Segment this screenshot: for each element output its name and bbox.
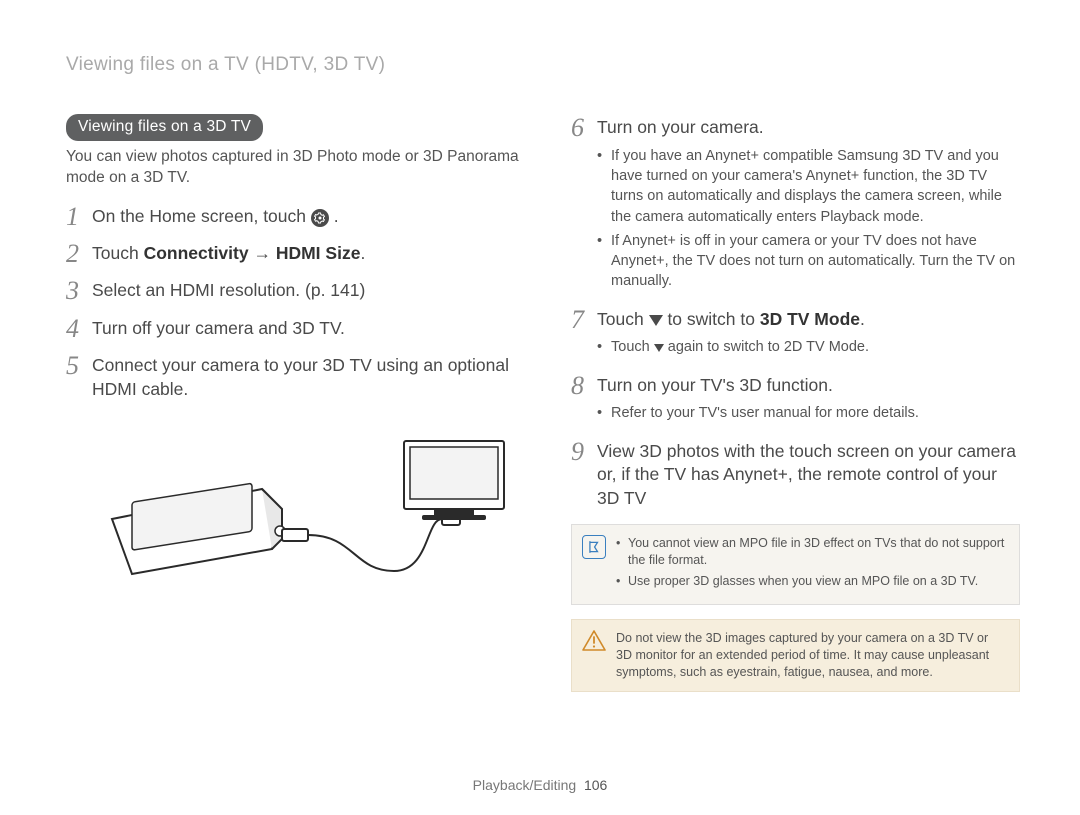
step-number: 2: [66, 240, 92, 267]
step-number: 4: [66, 315, 92, 342]
step-4: 4 Turn off your camera and 3D TV.: [66, 315, 531, 342]
column-left: Viewing files on a 3D TV You can view ph…: [66, 114, 531, 692]
step-body: Connect your camera to your 3D TV using …: [92, 352, 531, 401]
step-body: View 3D photos with the touch screen on …: [597, 438, 1020, 511]
intro-text: You can view photos captured in 3D Photo…: [66, 147, 531, 189]
bold: 3D TV Mode: [760, 309, 860, 329]
note-item: You cannot view an MPO file in 3D effect…: [616, 535, 1007, 569]
bold: Connectivity: [144, 243, 249, 263]
breadcrumb: Viewing files on a TV (HDTV, 3D TV): [66, 54, 1020, 76]
illustration-camera-to-tv: [66, 421, 531, 581]
step-1: 1 On the Home screen, touch .: [66, 203, 531, 230]
step-number: 1: [66, 203, 92, 230]
warning-box: Do not view the 3D images captured by yo…: [571, 619, 1020, 692]
two-column-layout: Viewing files on a 3D TV You can view ph…: [66, 114, 1020, 692]
warning-text: Do not view the 3D images captured by yo…: [616, 630, 1007, 681]
step-number: 3: [66, 277, 92, 304]
bold: HDMI Size: [276, 243, 361, 263]
text: Touch: [597, 309, 649, 329]
sub-item: Touch again to switch to 2D TV Mode.: [597, 337, 1020, 357]
sub-item: If Anynet+ is off in your camera or your…: [597, 231, 1020, 292]
note-icon: [582, 535, 606, 559]
text: Touch: [611, 339, 654, 355]
step-number: 9: [571, 438, 597, 465]
step-number: 5: [66, 352, 92, 379]
sub-list: If you have an Anynet+ compatible Samsun…: [597, 146, 1020, 292]
sub-item: Refer to your TV's user manual for more …: [597, 403, 1020, 423]
column-right: 6 Turn on your camera. If you have an An…: [571, 114, 1020, 692]
note-item: Use proper 3D glasses when you view an M…: [616, 573, 1007, 590]
steps-right: 6 Turn on your camera. If you have an An…: [571, 114, 1020, 510]
step-number: 7: [571, 306, 597, 333]
text: .: [865, 339, 869, 355]
note-box: You cannot view an MPO file in 3D effect…: [571, 524, 1020, 605]
step-9: 9 View 3D photos with the touch screen o…: [571, 438, 1020, 511]
step-7: 7 Touch to switch to 3D TV Mode. Touch: [571, 306, 1020, 362]
step-2: 2 Touch Connectivity → HDMI Size.: [66, 240, 531, 267]
step-body: Touch Connectivity → HDMI Size.: [92, 240, 365, 266]
sub-list: Refer to your TV's user manual for more …: [597, 403, 1020, 423]
steps-left: 1 On the Home screen, touch . 2 Touch Co…: [66, 203, 531, 401]
text: to switch to: [667, 309, 759, 329]
footer-section: Playback/Editing: [473, 777, 577, 793]
text: On the Home screen, touch: [92, 206, 311, 226]
arrow: →: [249, 243, 276, 263]
section-pill: Viewing files on a 3D TV: [66, 114, 263, 141]
step-body: Select an HDMI resolution. (p. 141): [92, 277, 365, 303]
text: .: [360, 243, 365, 263]
step-number: 6: [571, 114, 597, 141]
step-body: Turn on your TV's 3D function.: [597, 372, 1020, 398]
step-6: 6 Turn on your camera. If you have an An…: [571, 114, 1020, 296]
step-number: 8: [571, 372, 597, 399]
step-8: 8 Turn on your TV's 3D function. Refer t…: [571, 372, 1020, 428]
text: Touch: [92, 243, 144, 263]
text: again to switch to: [668, 339, 784, 355]
step-body: Turn on your camera.: [597, 114, 1020, 140]
step-body: On the Home screen, touch .: [92, 203, 339, 229]
triangle-down-icon: [654, 344, 664, 352]
footer-page-number: 106: [584, 777, 607, 793]
sub-item: If you have an Anynet+ compatible Samsun…: [597, 146, 1020, 227]
page-footer: Playback/Editing 106: [0, 777, 1080, 793]
step-body: Touch to switch to 3D TV Mode.: [597, 306, 1020, 332]
triangle-down-icon: [649, 315, 663, 326]
manual-page: Viewing files on a TV (HDTV, 3D TV) View…: [0, 0, 1080, 815]
step-5: 5 Connect your camera to your 3D TV usin…: [66, 352, 531, 401]
step-body: Turn off your camera and 3D TV.: [92, 315, 345, 341]
bold: 2D TV Mode: [784, 339, 865, 355]
settings-icon: [311, 209, 329, 227]
sub-list: Touch again to switch to 2D TV Mode.: [597, 337, 1020, 357]
text: .: [860, 309, 865, 329]
step-3: 3 Select an HDMI resolution. (p. 141): [66, 277, 531, 304]
text: .: [334, 206, 339, 226]
